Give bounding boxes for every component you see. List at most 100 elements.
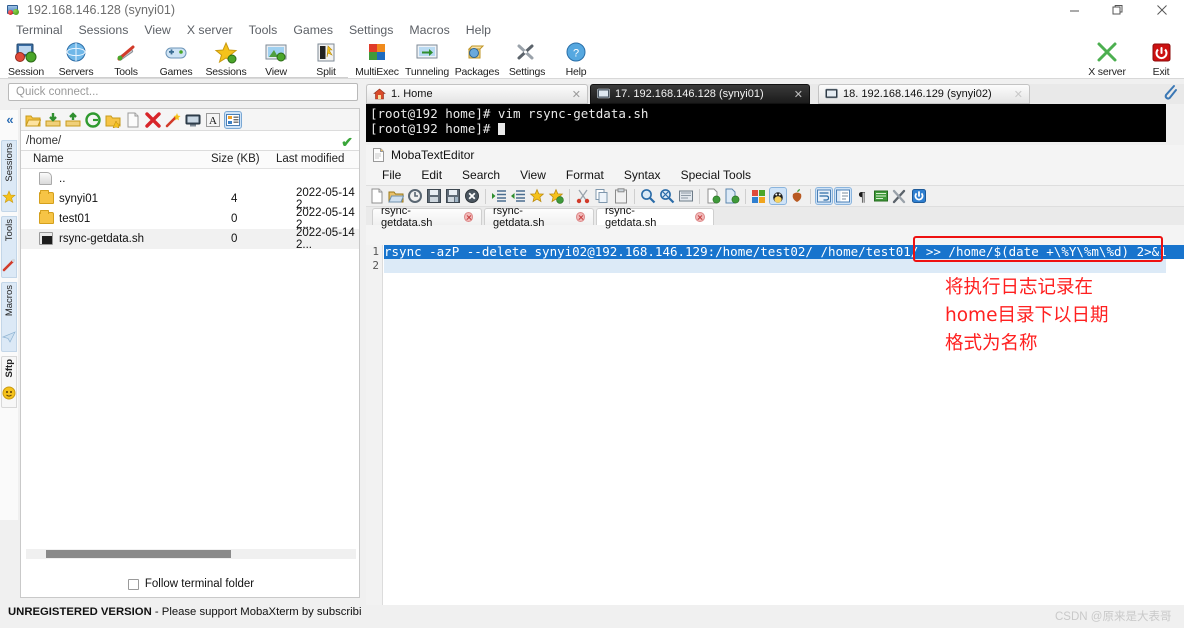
unix-format-icon[interactable]: [769, 187, 787, 205]
close-file-icon[interactable]: [464, 188, 480, 204]
bookmark-icon[interactable]: [529, 188, 545, 204]
linenumbers-icon[interactable]: [834, 187, 852, 205]
wrap-icon[interactable]: [815, 187, 833, 205]
quick-connect-input[interactable]: Quick connect...: [8, 83, 358, 101]
save-as-icon[interactable]: [445, 188, 461, 204]
terminal-tab-synyi02[interactable]: 18. 192.168.146.129 (synyi02) ✕: [818, 84, 1030, 104]
toolbar-servers-button[interactable]: Servers: [52, 41, 100, 78]
mac-format-icon[interactable]: [789, 188, 805, 204]
add-bookmark-icon[interactable]: [548, 188, 564, 204]
toolbar-view-button[interactable]: View: [252, 41, 300, 78]
toolbar-packages-button[interactable]: Packages: [452, 41, 502, 78]
permissions-icon[interactable]: [165, 112, 181, 128]
open-file-icon[interactable]: [388, 188, 405, 204]
text-mode-icon[interactable]: A: [205, 112, 221, 128]
close-tab-icon[interactable]: [695, 212, 705, 222]
code-line-2[interactable]: [384, 259, 1166, 273]
menu-help[interactable]: Help: [458, 23, 499, 37]
menu-settings[interactable]: Settings: [341, 23, 401, 37]
refresh-icon[interactable]: [85, 111, 101, 128]
upload-icon[interactable]: [65, 111, 81, 128]
refresh-session-icon[interactable]: [911, 188, 927, 204]
toolbar-tools-button[interactable]: Tools: [102, 41, 150, 78]
cut-icon[interactable]: [575, 188, 591, 204]
merge-icon[interactable]: [724, 188, 740, 204]
close-tab-icon[interactable]: ✕: [794, 88, 803, 101]
toolbar-sessions-button[interactable]: Sessions: [202, 41, 250, 78]
open-folder-icon[interactable]: [25, 112, 42, 128]
find-icon[interactable]: [640, 188, 656, 204]
download-icon[interactable]: [45, 112, 61, 128]
toolbar-multiexec-button[interactable]: MultiExec: [350, 41, 404, 78]
close-tab-icon[interactable]: [463, 212, 473, 222]
paste-icon[interactable]: [613, 188, 629, 204]
copy-icon[interactable]: [594, 188, 610, 204]
delete-icon[interactable]: [145, 111, 161, 128]
toolbar-split-button[interactable]: Split: [302, 41, 350, 78]
editor-menu-search[interactable]: Search: [452, 168, 510, 182]
close-tab-icon[interactable]: [575, 212, 585, 222]
sftp-horizontal-scrollbar[interactable]: [26, 549, 356, 559]
toolbar-help-button[interactable]: ? Help: [552, 41, 600, 78]
menu-x-server[interactable]: X server: [179, 23, 241, 37]
toolbar-games-button[interactable]: Games: [152, 41, 200, 78]
menu-view[interactable]: View: [136, 23, 178, 37]
menu-sessions[interactable]: Sessions: [70, 23, 136, 37]
terminal-tab-synyi01[interactable]: 17. 192.168.146.128 (synyi01) ✕: [590, 84, 810, 104]
editor-menu-view[interactable]: View: [510, 168, 556, 182]
toolbar-settings-button[interactable]: Settings: [502, 41, 552, 78]
terminal-icon[interactable]: [185, 112, 201, 128]
toolbar-tunneling-button[interactable]: Tunneling: [400, 41, 454, 78]
close-icon[interactable]: [1140, 0, 1184, 20]
sidebar-item-sftp[interactable]: Sftp: [1, 356, 17, 408]
table-row[interactable]: ..: [21, 169, 359, 189]
minimize-icon[interactable]: [1052, 0, 1096, 20]
goto-icon[interactable]: [678, 188, 694, 204]
close-tab-icon[interactable]: ✕: [572, 88, 581, 101]
editor-menu-syntax[interactable]: Syntax: [614, 168, 671, 182]
toolbar-session-button[interactable]: Session: [2, 41, 50, 78]
sftp-path-field[interactable]: /home/ ✔: [21, 131, 359, 151]
checkbox-box[interactable]: [127, 578, 139, 590]
indent-icon[interactable]: [491, 188, 507, 204]
code-line-1[interactable]: rsync -azP --delete synyi02@192.168.146.…: [384, 245, 1184, 259]
menu-tools[interactable]: Tools: [241, 23, 286, 37]
tools-icon[interactable]: [892, 188, 908, 204]
toolbar-exit-button[interactable]: Exit: [1134, 41, 1184, 78]
pilcrow-icon[interactable]: ¶: [854, 188, 870, 205]
menu-terminal[interactable]: Terminal: [8, 23, 70, 37]
clipboard-icon[interactable]: [1162, 84, 1178, 102]
list-view-icon[interactable]: [224, 110, 242, 129]
table-row[interactable]: test01 0 2022-05-14 2...: [21, 207, 359, 231]
new-file-icon[interactable]: [125, 112, 141, 128]
follow-terminal-folder-checkbox[interactable]: Follow terminal folder: [21, 578, 361, 590]
reload-icon[interactable]: [407, 188, 423, 204]
editor-menu-format[interactable]: Format: [556, 168, 614, 182]
double-chevron-left-icon[interactable]: «: [2, 112, 18, 128]
outdent-icon[interactable]: [510, 188, 526, 204]
close-tab-icon[interactable]: ✕: [1014, 88, 1023, 101]
save-icon[interactable]: [426, 188, 442, 204]
new-folder-icon[interactable]: [105, 112, 122, 128]
editor-menu-special-tools[interactable]: Special Tools: [671, 168, 762, 182]
find-replace-icon[interactable]: [659, 188, 675, 204]
editor-tab-3[interactable]: rsync-getdata.sh: [596, 205, 714, 229]
new-file-icon[interactable]: [369, 188, 385, 204]
scrollbar-thumb[interactable]: [46, 550, 231, 558]
toolbar-x-server-button[interactable]: X server: [1080, 41, 1134, 78]
terminal-tab-home[interactable]: 1. Home ✕: [366, 84, 588, 104]
table-row[interactable]: synyi01 4 2022-05-14 2...: [21, 187, 359, 211]
compare-icon[interactable]: [705, 188, 721, 204]
editor-menu-file[interactable]: File: [372, 168, 411, 182]
terminal-output[interactable]: [root@192 home]# vim rsync-getdata.sh [r…: [366, 104, 1166, 142]
menu-macros[interactable]: Macros: [401, 23, 457, 37]
menu-games[interactable]: Games: [285, 23, 341, 37]
table-row[interactable]: rsync-getdata.sh 0 2022-05-14 2...: [21, 227, 359, 251]
editor-menu-edit[interactable]: Edit: [411, 168, 452, 182]
restore-icon[interactable]: [1096, 0, 1140, 20]
windows-format-icon[interactable]: [751, 188, 767, 204]
editor-tab-2[interactable]: rsync-getdata.sh: [484, 205, 594, 229]
magic-wand-icon: [2, 258, 16, 272]
syntax-icon[interactable]: [873, 188, 889, 204]
editor-tab-1[interactable]: rsync-getdata.sh: [372, 205, 482, 229]
